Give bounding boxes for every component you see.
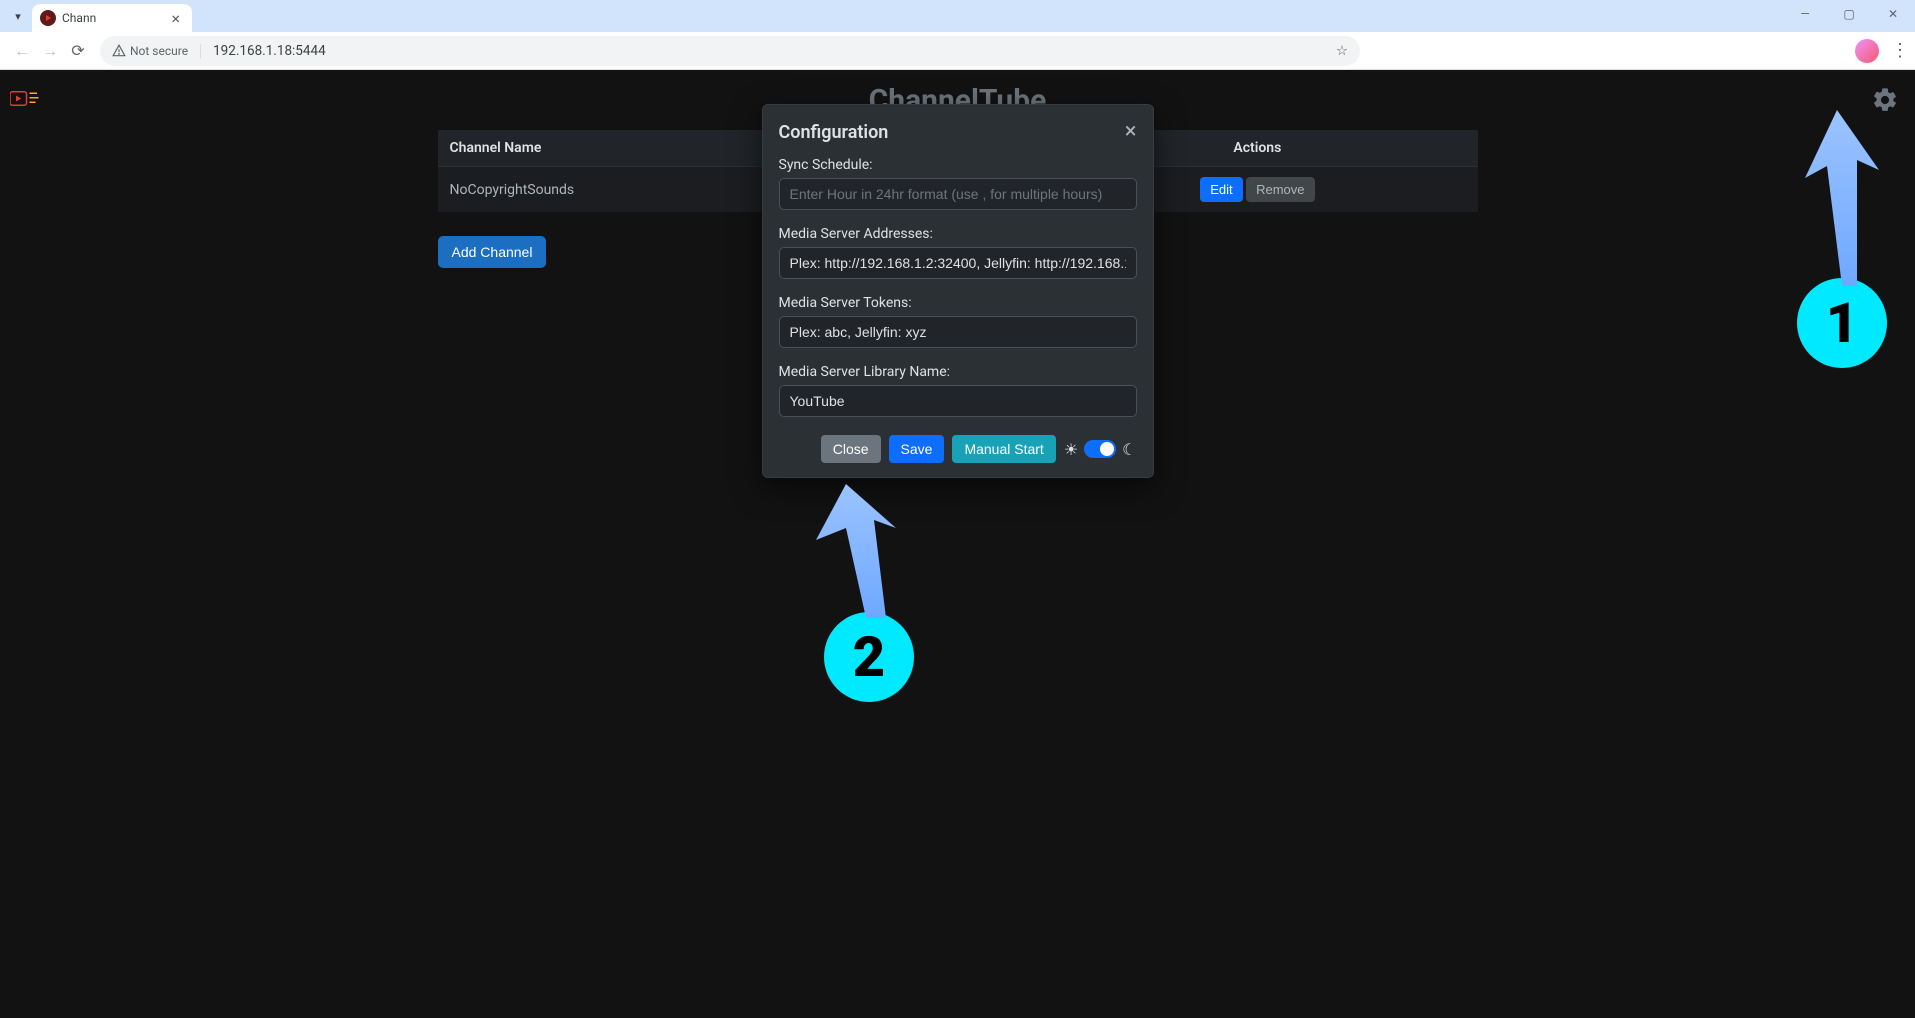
app-root: ChannelTube Channel Name La Actions NoCo…: [0, 70, 1915, 1018]
moon-icon: ☾: [1122, 440, 1136, 459]
sun-icon: ☀: [1064, 440, 1078, 459]
sync-schedule-label: Sync Schedule:: [779, 157, 1137, 173]
save-button[interactable]: Save: [889, 435, 945, 463]
bookmark-star-icon[interactable]: ☆: [1336, 43, 1348, 59]
theme-toggle-switch[interactable]: [1084, 440, 1116, 458]
browser-toolbar: ← → ⟳ Not secure 192.168.1.18:5444 ☆ ⋮: [0, 32, 1915, 70]
media-server-tokens-input[interactable]: [779, 316, 1137, 348]
security-badge: Not secure: [112, 44, 201, 58]
window-minimize-icon[interactable]: —: [1783, 0, 1827, 28]
modal-close-icon[interactable]: ×: [1125, 121, 1137, 143]
modal-backdrop: Configuration × Sync Schedule: Media Ser…: [0, 70, 1915, 1018]
media-server-tokens-label: Media Server Tokens:: [779, 295, 1137, 311]
modal-title: Configuration: [779, 122, 889, 143]
browser-tab[interactable]: Chann ×: [32, 4, 192, 32]
back-button[interactable]: ←: [8, 37, 36, 65]
tab-title: Chann: [62, 11, 167, 25]
tab-close-icon[interactable]: ×: [167, 9, 184, 28]
media-server-library-input[interactable]: [779, 385, 1137, 417]
profile-avatar[interactable]: [1855, 39, 1879, 63]
manual-start-button[interactable]: Manual Start: [952, 435, 1055, 463]
window-maximize-icon[interactable]: ▢: [1827, 0, 1871, 28]
configuration-modal: Configuration × Sync Schedule: Media Ser…: [762, 104, 1154, 478]
reload-button[interactable]: ⟳: [64, 37, 92, 65]
tab-favicon: [40, 10, 56, 26]
address-url: 192.168.1.18:5444: [213, 43, 1336, 59]
media-server-addresses-input[interactable]: [779, 247, 1137, 279]
media-server-addresses-label: Media Server Addresses:: [779, 226, 1137, 242]
address-bar[interactable]: Not secure 192.168.1.18:5444 ☆: [100, 36, 1360, 66]
sync-schedule-input[interactable]: [779, 178, 1137, 210]
window-controls: — ▢ ✕: [1783, 0, 1915, 28]
browser-titlebar: ▾ Chann × — ▢ ✕: [0, 0, 1915, 32]
forward-button[interactable]: →: [36, 37, 64, 65]
close-button[interactable]: Close: [821, 435, 881, 463]
window-close-icon[interactable]: ✕: [1871, 0, 1915, 28]
tabs-dropdown-caret[interactable]: ▾: [8, 4, 28, 28]
theme-toggle: ☀ ☾: [1064, 440, 1137, 459]
browser-menu-icon[interactable]: ⋮: [1891, 40, 1907, 61]
warning-icon: [112, 44, 126, 58]
media-server-library-label: Media Server Library Name:: [779, 364, 1137, 380]
